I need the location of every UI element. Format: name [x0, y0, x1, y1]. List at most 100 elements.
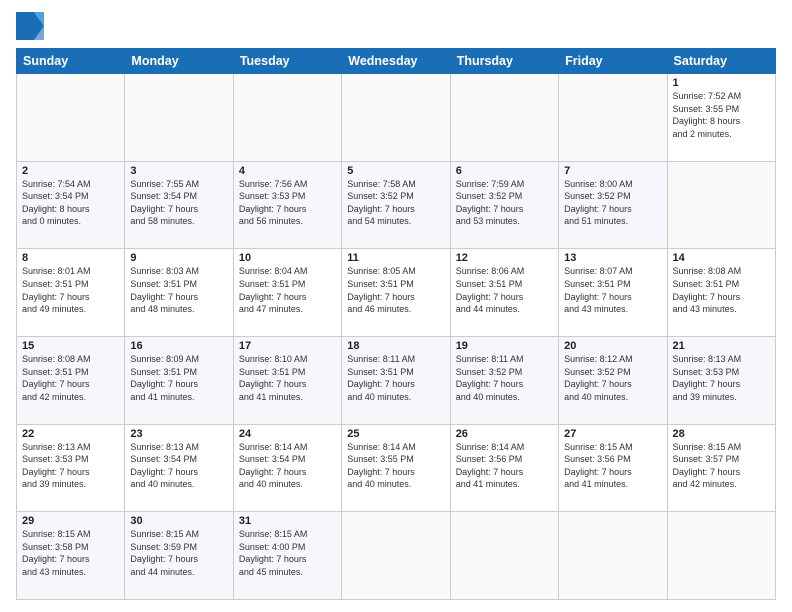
- logo: [16, 12, 48, 40]
- calendar-day: 14Sunrise: 8:08 AMSunset: 3:51 PMDayligh…: [667, 249, 775, 337]
- day-number: 8: [22, 252, 119, 264]
- calendar-day: 22Sunrise: 8:13 AMSunset: 3:53 PMDayligh…: [17, 424, 125, 512]
- calendar-week-row: 8 Sunrise: 8:01 AMSunset: 3:51 PMDaylight…: [17, 249, 776, 337]
- calendar-day: 31 Sunrise: 8:15 AMSunset: 4:00 PMDayligh…: [233, 512, 341, 600]
- day-info: Sunrise: 8:04 AMSunset: 3:51 PMDaylight:…: [239, 266, 308, 314]
- day-info: Sunrise: 8:12 AMSunset: 3:52 PMDaylight:…: [564, 354, 633, 402]
- day-info: Sunrise: 7:59 AMSunset: 3:52 PMDaylight:…: [456, 179, 525, 227]
- calendar-day: 26Sunrise: 8:14 AMSunset: 3:56 PMDayligh…: [450, 424, 558, 512]
- weekday-header: Wednesday: [342, 49, 450, 74]
- day-info: Sunrise: 8:14 AMSunset: 3:56 PMDaylight:…: [456, 442, 525, 490]
- day-info: Sunrise: 7:55 AMSunset: 3:54 PMDaylight:…: [130, 179, 199, 227]
- day-number: 2: [22, 165, 119, 177]
- calendar-day: 29 Sunrise: 8:15 AMSunset: 3:58 PMDayligh…: [17, 512, 125, 600]
- calendar-day: 7 Sunrise: 8:00 AMSunset: 3:52 PMDaylight…: [559, 161, 667, 249]
- day-number: 20: [564, 340, 661, 352]
- day-number: 11: [347, 252, 444, 264]
- weekday-header: Saturday: [667, 49, 775, 74]
- calendar-day: 27 Sunrise: 8:15 AMSunset: 3:56 PMDayligh…: [559, 424, 667, 512]
- calendar-day: 28 Sunrise: 8:15 AMSunset: 3:57 PMDayligh…: [667, 424, 775, 512]
- calendar-week-row: 15 Sunrise: 8:08 AMSunset: 3:51 PMDayligh…: [17, 336, 776, 424]
- day-info: Sunrise: 8:15 AMSunset: 3:57 PMDaylight:…: [673, 442, 742, 490]
- calendar-day: 4Sunrise: 7:56 AMSunset: 3:53 PMDaylight…: [233, 161, 341, 249]
- calendar-day: 5 Sunrise: 7:58 AMSunset: 3:52 PMDaylight…: [342, 161, 450, 249]
- weekday-header: Sunday: [17, 49, 125, 74]
- calendar-day: 8 Sunrise: 8:01 AMSunset: 3:51 PMDaylight…: [17, 249, 125, 337]
- logo-icon: [16, 12, 44, 40]
- day-number: 22: [22, 428, 119, 440]
- day-info: Sunrise: 7:58 AMSunset: 3:52 PMDaylight:…: [347, 179, 416, 227]
- calendar-header: SundayMondayTuesdayWednesdayThursdayFrid…: [17, 49, 776, 74]
- empty-cell: [559, 512, 667, 600]
- calendar-day: 18Sunrise: 8:11 AMSunset: 3:51 PMDayligh…: [342, 336, 450, 424]
- day-number: 5: [347, 165, 444, 177]
- day-info: Sunrise: 8:11 AMSunset: 3:52 PMDaylight:…: [456, 354, 524, 402]
- weekday-header: Thursday: [450, 49, 558, 74]
- calendar-day: 16Sunrise: 8:09 AMSunset: 3:51 PMDayligh…: [125, 336, 233, 424]
- day-info: Sunrise: 8:15 AMSunset: 4:00 PMDaylight:…: [239, 529, 308, 577]
- calendar-day: 17 Sunrise: 8:10 AMSunset: 3:51 PMDayligh…: [233, 336, 341, 424]
- empty-cell: [233, 74, 341, 162]
- day-info: Sunrise: 8:14 AMSunset: 3:55 PMDaylight:…: [347, 442, 416, 490]
- day-number: 15: [22, 340, 119, 352]
- empty-cell: [17, 74, 125, 162]
- day-number: 12: [456, 252, 553, 264]
- calendar-day: 21 Sunrise: 8:13 AMSunset: 3:53 PMDayligh…: [667, 336, 775, 424]
- day-number: 18: [347, 340, 444, 352]
- day-number: 10: [239, 252, 336, 264]
- day-info: Sunrise: 8:00 AMSunset: 3:52 PMDaylight:…: [564, 179, 633, 227]
- day-number: 19: [456, 340, 553, 352]
- day-info: Sunrise: 8:09 AMSunset: 3:51 PMDaylight:…: [130, 354, 199, 402]
- day-number: 31: [239, 515, 336, 527]
- day-number: 23: [130, 428, 227, 440]
- page: SundayMondayTuesdayWednesdayThursdayFrid…: [0, 0, 792, 612]
- day-number: 1: [673, 77, 770, 89]
- day-number: 29: [22, 515, 119, 527]
- day-info: Sunrise: 7:54 AMSunset: 3:54 PMDaylight:…: [22, 179, 91, 227]
- day-number: 9: [130, 252, 227, 264]
- calendar-day: 30 Sunrise: 8:15 AMSunset: 3:59 PMDayligh…: [125, 512, 233, 600]
- day-info: Sunrise: 8:15 AMSunset: 3:59 PMDaylight:…: [130, 529, 199, 577]
- day-number: 27: [564, 428, 661, 440]
- empty-cell: [667, 161, 775, 249]
- day-info: Sunrise: 8:08 AMSunset: 3:51 PMDaylight:…: [22, 354, 91, 402]
- calendar-day: 19 Sunrise: 8:11 AMSunset: 3:52 PMDayligh…: [450, 336, 558, 424]
- calendar-week-row: 2 Sunrise: 7:54 AMSunset: 3:54 PMDaylight…: [17, 161, 776, 249]
- day-number: 25: [347, 428, 444, 440]
- empty-cell: [450, 512, 558, 600]
- calendar-day: 20 Sunrise: 8:12 AMSunset: 3:52 PMDayligh…: [559, 336, 667, 424]
- day-info: Sunrise: 7:56 AMSunset: 3:53 PMDaylight:…: [239, 179, 308, 227]
- calendar-body: 1Sunrise: 7:52 AMSunset: 3:55 PMDaylight…: [17, 74, 776, 600]
- calendar-day: 3 Sunrise: 7:55 AMSunset: 3:54 PMDaylight…: [125, 161, 233, 249]
- empty-cell: [559, 74, 667, 162]
- empty-cell: [125, 74, 233, 162]
- calendar-day: 23Sunrise: 8:13 AMSunset: 3:54 PMDayligh…: [125, 424, 233, 512]
- calendar-day: 6 Sunrise: 7:59 AMSunset: 3:52 PMDaylight…: [450, 161, 558, 249]
- day-info: Sunrise: 8:10 AMSunset: 3:51 PMDaylight:…: [239, 354, 308, 402]
- day-number: 21: [673, 340, 770, 352]
- calendar-day: 24Sunrise: 8:14 AMSunset: 3:54 PMDayligh…: [233, 424, 341, 512]
- day-number: 30: [130, 515, 227, 527]
- day-number: 28: [673, 428, 770, 440]
- day-info: Sunrise: 8:15 AMSunset: 3:56 PMDaylight:…: [564, 442, 633, 490]
- weekday-header: Tuesday: [233, 49, 341, 74]
- calendar-week-row: 1Sunrise: 7:52 AMSunset: 3:55 PMDaylight…: [17, 74, 776, 162]
- day-info: Sunrise: 8:05 AMSunset: 3:51 PMDaylight:…: [347, 266, 416, 314]
- calendar-day: 25 Sunrise: 8:14 AMSunset: 3:55 PMDayligh…: [342, 424, 450, 512]
- day-number: 7: [564, 165, 661, 177]
- calendar-day: 9Sunrise: 8:03 AMSunset: 3:51 PMDaylight…: [125, 249, 233, 337]
- empty-cell: [342, 512, 450, 600]
- day-info: Sunrise: 8:13 AMSunset: 3:53 PMDaylight:…: [673, 354, 742, 402]
- calendar-day: 15 Sunrise: 8:08 AMSunset: 3:51 PMDayligh…: [17, 336, 125, 424]
- day-number: 6: [456, 165, 553, 177]
- calendar-day: 12Sunrise: 8:06 AMSunset: 3:51 PMDayligh…: [450, 249, 558, 337]
- empty-cell: [342, 74, 450, 162]
- empty-cell: [450, 74, 558, 162]
- day-info: Sunrise: 8:01 AMSunset: 3:51 PMDaylight:…: [22, 266, 91, 314]
- day-number: 17: [239, 340, 336, 352]
- day-info: Sunrise: 8:15 AMSunset: 3:58 PMDaylight:…: [22, 529, 91, 577]
- empty-cell: [667, 512, 775, 600]
- day-number: 13: [564, 252, 661, 264]
- weekday-header: Monday: [125, 49, 233, 74]
- day-number: 3: [130, 165, 227, 177]
